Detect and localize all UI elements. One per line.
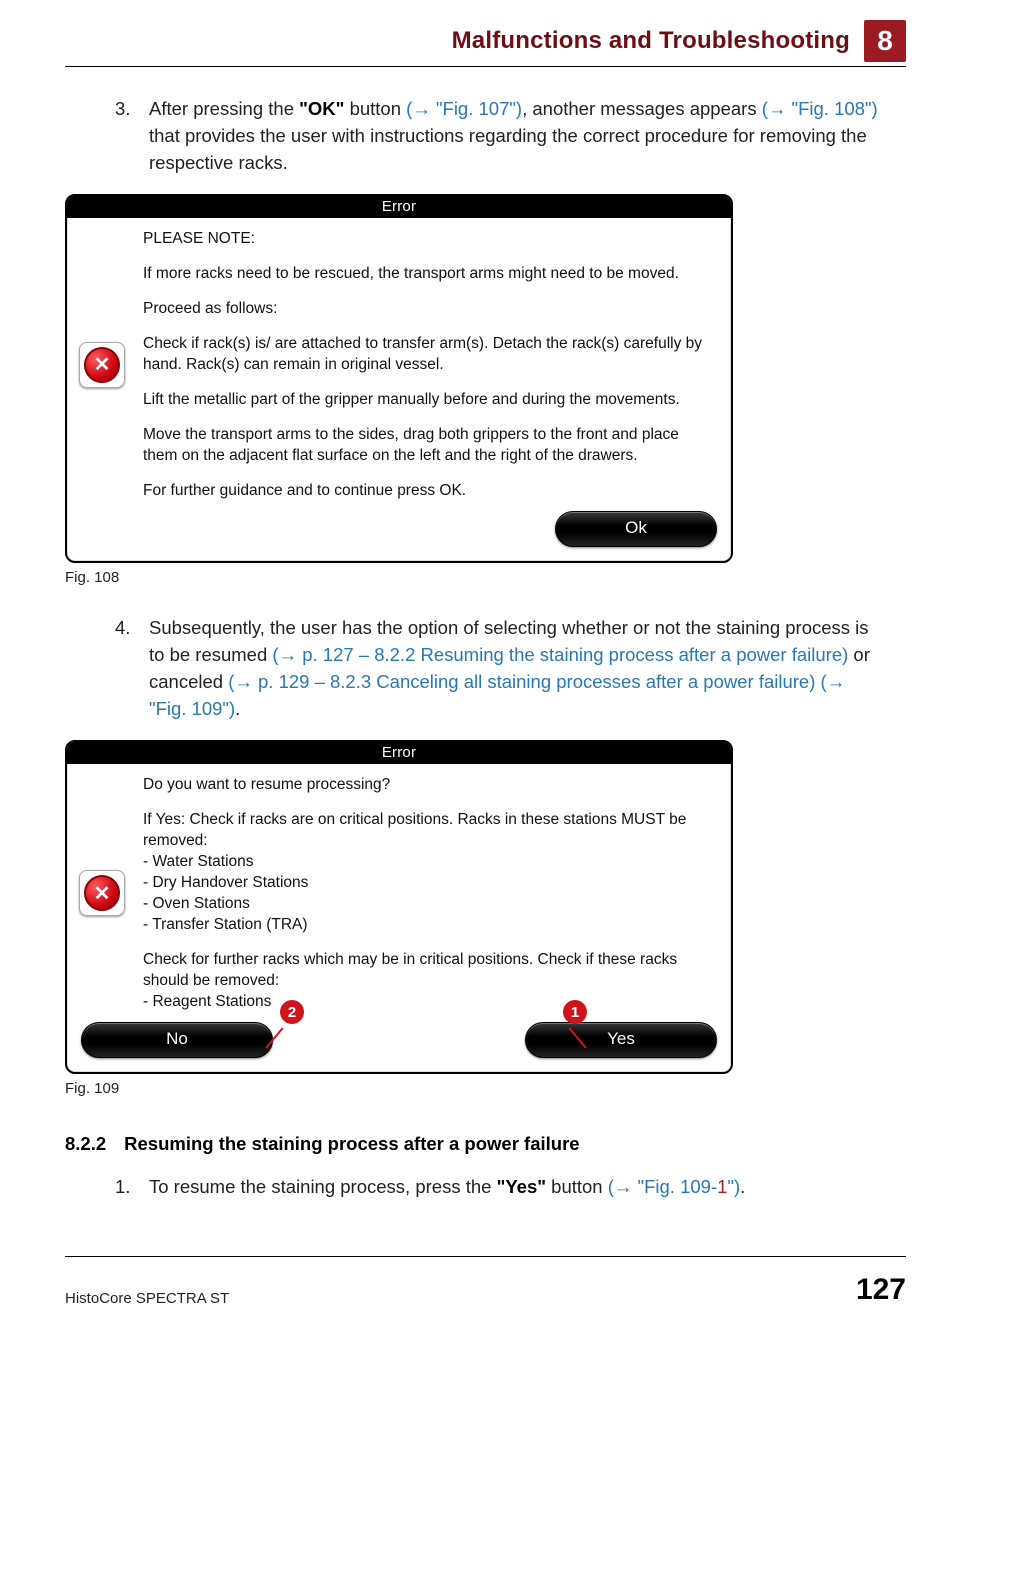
dialog-line: If Yes: Check if racks are on critical p… <box>143 809 717 851</box>
footer-divider <box>65 1256 906 1257</box>
page-number: 127 <box>856 1273 906 1307</box>
figure-caption-108: Fig. 108 <box>65 569 906 586</box>
dialog-line: - Reagent Stations <box>143 991 717 1012</box>
dialog-line: - Transfer Station (TRA) <box>143 914 717 935</box>
ok-button[interactable]: Ok <box>555 511 717 547</box>
dialog-line: PLEASE NOTE: <box>143 228 717 249</box>
xref-link[interactable]: (→ "Fig. 108") <box>762 98 878 119</box>
xref-link[interactable]: (→ p. 127 – 8.2.2 Resuming the staining … <box>272 644 848 665</box>
xref-link[interactable]: (→ "Fig. 109 <box>608 1176 711 1197</box>
error-icon: ✕ <box>73 870 131 916</box>
dialog-line: If more racks need to be rescued, the tr… <box>143 263 717 284</box>
dialog-title: Error <box>67 196 731 218</box>
figure-caption-109: Fig. 109 <box>65 1080 906 1097</box>
chapter-number-box: 8 <box>864 20 906 62</box>
step-4: 4. Subsequently, the user has the option… <box>115 614 906 722</box>
text: , another messages appears <box>522 98 762 119</box>
text: button <box>344 98 406 119</box>
yes-bold: "Yes" <box>497 1176 546 1197</box>
dialog-line: - Dry Handover Stations <box>143 872 717 893</box>
error-icon: ✕ <box>73 342 131 388</box>
section-number: 8.2.2 <box>65 1133 106 1155</box>
dialog-line: - Water Stations <box>143 851 717 872</box>
xref-link-close: ") <box>727 1176 740 1197</box>
error-dialog-108: Error ✕ PLEASE NOTE: If more racks need … <box>65 194 733 563</box>
xref-link[interactable]: (→ p. 129 – 8.2.3 Canceling all staining… <box>228 671 815 692</box>
dialog-line: Check if rack(s) is/ are attached to tra… <box>143 333 717 375</box>
step-1: 1. To resume the staining process, press… <box>115 1173 906 1200</box>
callout-ref: 1 <box>717 1176 727 1197</box>
dialog-text: Do you want to resume processing? If Yes… <box>143 774 717 1012</box>
yes-button[interactable]: Yes <box>525 1022 717 1058</box>
dialog-line: For further guidance and to continue pre… <box>143 480 717 501</box>
dialog-line: Move the transport arms to the sides, dr… <box>143 424 717 466</box>
error-dialog-109: Error ✕ Do you want to resume processing… <box>65 740 733 1074</box>
dialog-title: Error <box>67 742 731 764</box>
section-title-text: Resuming the staining process after a po… <box>124 1133 579 1155</box>
text: button <box>546 1176 608 1197</box>
list-number: 4. <box>115 614 135 722</box>
dialog-line: - Oven Stations <box>143 893 717 914</box>
text: . <box>235 698 240 719</box>
callout-badge-1: 1 <box>563 1000 587 1024</box>
section-heading: 8.2.2 Resuming the staining process afte… <box>65 1133 906 1155</box>
product-name: HistoCore SPECTRA ST <box>65 1290 229 1307</box>
header-divider <box>65 66 906 67</box>
step-3: 3. After pressing the "OK" button (→ "Fi… <box>115 95 906 176</box>
dialog-line: Check for further racks which may be in … <box>143 949 717 991</box>
no-button[interactable]: No <box>81 1022 273 1058</box>
text: that provides the user with instructions… <box>149 125 867 173</box>
text: To resume the staining process, press th… <box>149 1176 497 1197</box>
xref-link[interactable]: (→ "Fig. 107") <box>406 98 522 119</box>
section-title: Malfunctions and Troubleshooting <box>452 27 850 55</box>
dialog-line: Proceed as follows: <box>143 298 717 319</box>
callout-badge-2: 2 <box>280 1000 304 1024</box>
dialog-text: PLEASE NOTE: If more racks need to be re… <box>143 228 717 501</box>
list-number: 3. <box>115 95 135 176</box>
page-header: Malfunctions and Troubleshooting 8 <box>65 20 906 62</box>
dialog-line: Do you want to resume processing? <box>143 774 717 795</box>
page-footer: HistoCore SPECTRA ST 127 <box>65 1265 906 1307</box>
ok-bold: "OK" <box>299 98 344 119</box>
list-number: 1. <box>115 1173 135 1200</box>
text: . <box>740 1176 745 1197</box>
dialog-line: Lift the metallic part of the gripper ma… <box>143 389 717 410</box>
text: After pressing the <box>149 98 299 119</box>
